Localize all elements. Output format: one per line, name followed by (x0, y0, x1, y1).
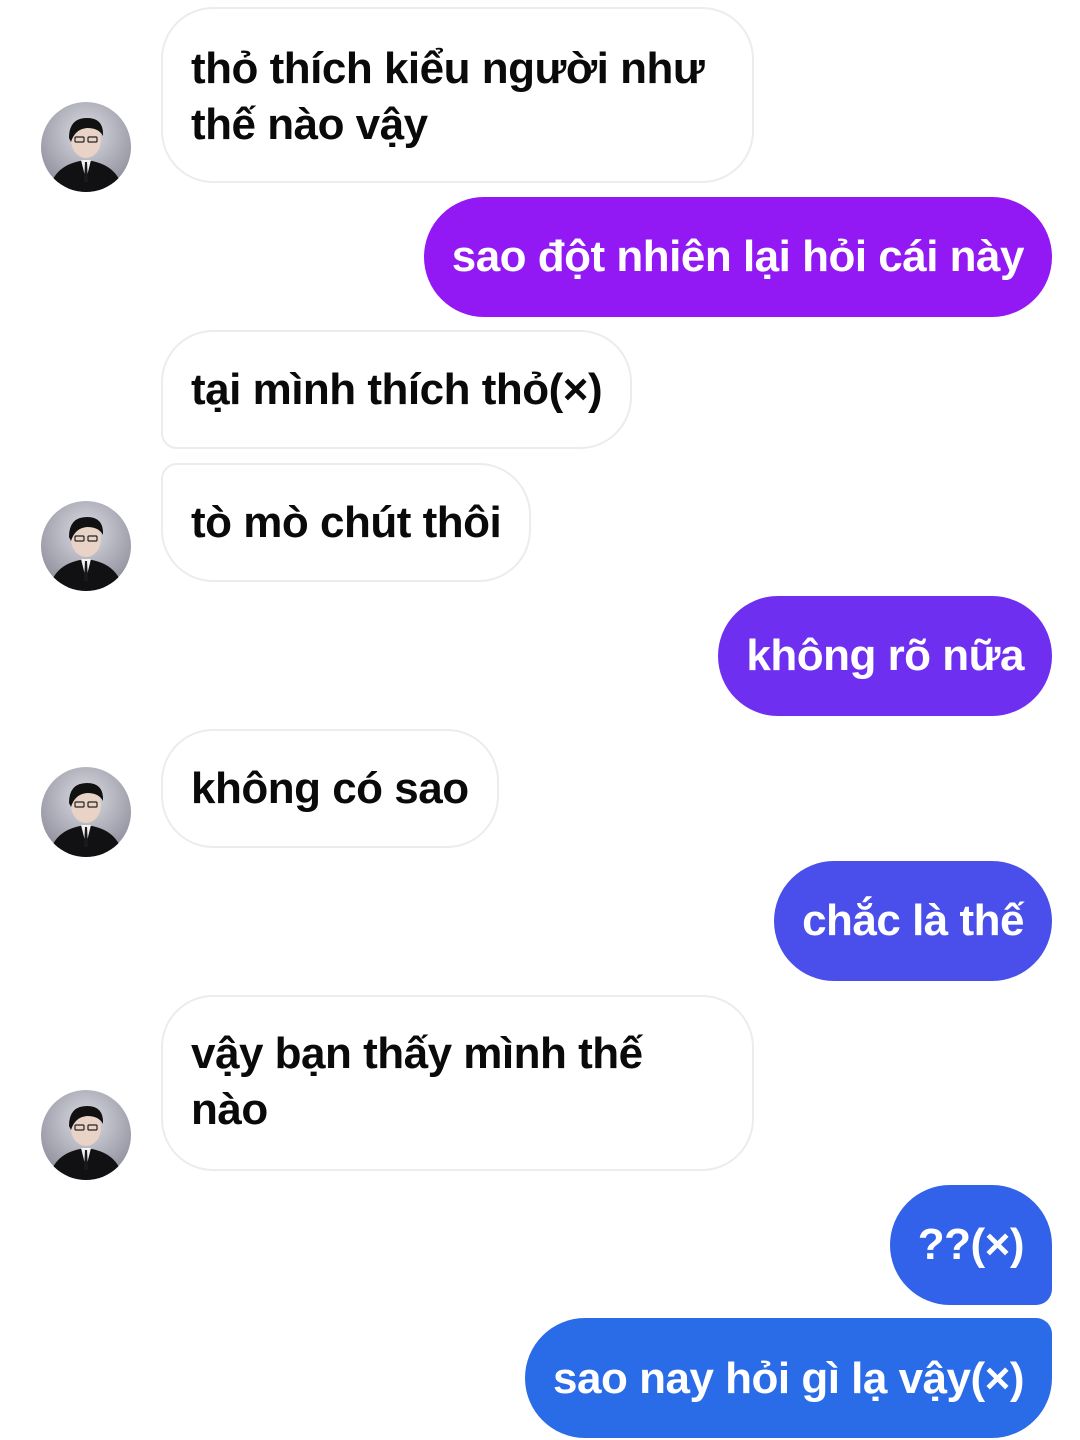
profile-photo-icon (41, 102, 131, 192)
outgoing-message[interactable]: ??(×) (889, 1185, 1052, 1305)
contact-avatar[interactable] (41, 1090, 131, 1180)
profile-photo-icon (41, 767, 131, 857)
chat-thread: thỏ thích kiểu người như thế nào vậy sao… (0, 0, 1080, 1438)
incoming-message[interactable]: tò mò chút thôi (161, 463, 532, 582)
profile-photo-icon (41, 1090, 131, 1180)
outgoing-message[interactable]: chắc là thế (774, 861, 1052, 981)
outgoing-message[interactable]: sao nay hỏi gì lạ vậy(×) (525, 1318, 1052, 1438)
contact-avatar[interactable] (41, 767, 131, 857)
outgoing-message[interactable]: sao đột nhiên lại hỏi cái này (423, 197, 1052, 317)
profile-photo-icon (41, 501, 131, 591)
outgoing-message[interactable]: không rõ nữa (718, 596, 1052, 716)
contact-avatar[interactable] (41, 102, 131, 192)
incoming-message[interactable]: thỏ thích kiểu người như thế nào vậy (161, 7, 754, 183)
contact-avatar[interactable] (41, 501, 131, 591)
incoming-message[interactable]: tại mình thích thỏ(×) (161, 330, 633, 449)
incoming-message[interactable]: vậy bạn thấy mình thế nào (161, 995, 754, 1171)
incoming-message[interactable]: không có sao (161, 729, 499, 848)
